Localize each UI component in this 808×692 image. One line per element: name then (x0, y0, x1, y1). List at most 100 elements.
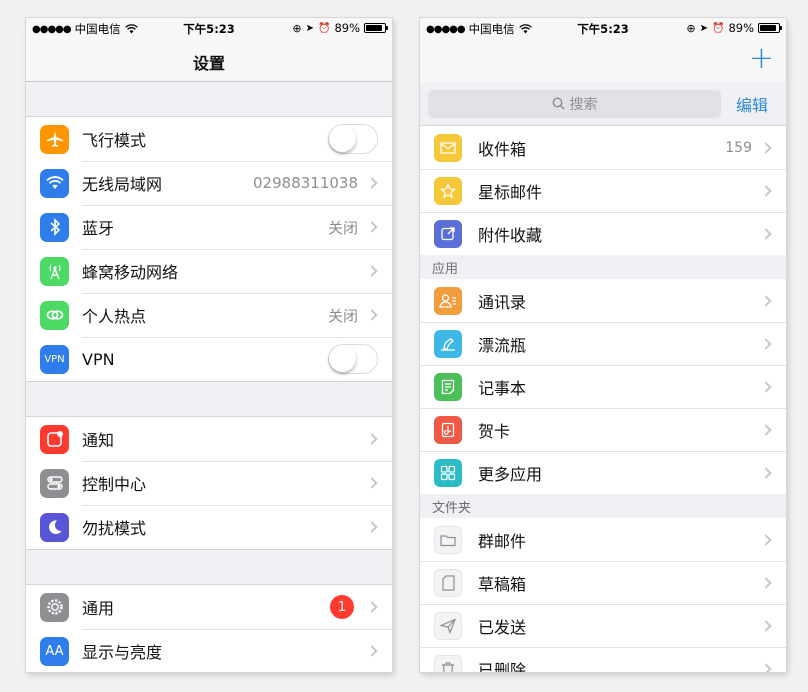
battery-icon (364, 23, 388, 33)
compose-plus-button[interactable]: + (749, 42, 774, 76)
mail-list-row[interactable]: 漂流瓶 (420, 322, 786, 365)
settings-row-label: 飞行模式 (82, 131, 147, 150)
settings-row-label: 无线局域网 (82, 175, 163, 194)
gear-icon (40, 592, 69, 622)
settings-row-label: 通用 (82, 599, 115, 618)
status-bar: ●●●●● 中国电信 下午5:23 ⊕ ➤ ⏰ 89% (26, 18, 392, 38)
mail-row-label: 通讯录 (478, 292, 527, 312)
chevron-right-icon (760, 423, 772, 436)
settings-row[interactable]: 个人热点 关闭 (26, 293, 392, 337)
settings-group: 通用 1 AA 显示与亮度 (26, 584, 392, 672)
bluetooth-icon (40, 212, 69, 242)
settings-row-detail: 关闭 (327, 306, 358, 325)
mail-row-label: 记事本 (478, 378, 527, 398)
settings-row[interactable]: 蜂窝移动网络 (26, 249, 392, 293)
settings-row[interactable]: AA 显示与亮度 (26, 629, 392, 672)
mail-list-row[interactable]: 收件箱 159 (420, 126, 786, 169)
battery-fill (760, 25, 777, 31)
card-icon (434, 415, 462, 444)
mail-screen: ●●●●● 中国电信 下午5:23 ⊕ ➤ ⏰ 89% + 搜索 编辑 收件箱 1… (420, 18, 786, 672)
orientation-lock-icon: ⊕ (292, 21, 302, 35)
location-icon: ➤ (699, 22, 708, 34)
moon-icon (40, 512, 69, 542)
alarm-icon: ⏰ (711, 22, 725, 34)
chevron-right-icon (760, 184, 772, 197)
chevron-right-icon (760, 337, 772, 350)
folder-icon (434, 525, 462, 554)
mail-list-row[interactable]: 草稿箱 (420, 561, 786, 604)
folders-section-header: 文件夹 (420, 494, 786, 518)
chevron-right-icon (760, 227, 772, 240)
mail-list-row[interactable]: 通讯录 (420, 279, 786, 322)
settings-row[interactable]: 勿扰模式 (26, 505, 392, 549)
mail-list-row[interactable]: 记事本 (420, 365, 786, 408)
display-icon: AA (40, 636, 69, 666)
star-icon (434, 176, 462, 205)
toggle-switch[interactable] (328, 344, 378, 374)
contacts-icon (434, 286, 462, 315)
chevron-right-icon (760, 466, 772, 479)
page-title: 设置 (192, 54, 225, 73)
chevron-right-icon (366, 309, 378, 321)
battery-percent: 89% (334, 21, 360, 35)
apps-section-header: 应用 (420, 255, 786, 279)
settings-row-label: 控制中心 (82, 475, 147, 494)
mail-list-row[interactable]: 更多应用 (420, 451, 786, 494)
settings-row[interactable]: 蓝牙 关闭 (26, 205, 392, 249)
airplane-icon (40, 124, 69, 154)
orientation-lock-icon: ⊕ (686, 21, 696, 35)
battery-icon (758, 23, 782, 33)
apps-list: 通讯录漂流瓶记事本贺卡 更多应用 (420, 279, 786, 494)
mail-row-label: 已删除 (478, 660, 527, 673)
settings-row[interactable]: VPN VPN (26, 337, 392, 381)
chevron-right-icon (366, 645, 378, 657)
alarm-icon: ⏰ (317, 22, 331, 34)
settings-row[interactable]: 无线局域网 02988311038 (26, 161, 392, 205)
chevron-right-icon (366, 477, 378, 489)
chevron-right-icon (760, 380, 772, 393)
mail-list-row[interactable]: 贺卡 (420, 408, 786, 451)
hotspot-icon (40, 300, 69, 330)
mail-list-row[interactable]: 已删除 (420, 647, 786, 672)
chevron-right-icon (366, 521, 378, 533)
draft-icon (434, 568, 462, 597)
toggle-knob (329, 345, 356, 372)
mailbox-list: 收件箱 159 星标邮件附件收藏 (420, 126, 786, 255)
chevron-right-icon (760, 294, 772, 307)
mail-row-label: 附件收藏 (478, 225, 543, 245)
settings-list: 飞行模式 无线局域网 02988311038 蓝牙 关闭 蜂窝移动网络 个人热点 关闭 VPN V… (26, 82, 392, 672)
battery-percent: 89% (728, 21, 754, 35)
nav-bar: + (420, 38, 786, 82)
attachment-icon (434, 219, 462, 248)
chevron-right-icon (366, 265, 378, 277)
edit-button[interactable]: 编辑 (736, 92, 768, 116)
chevron-right-icon (760, 619, 772, 632)
chevron-right-icon (366, 601, 378, 613)
mail-list-row[interactable]: 星标邮件 (420, 169, 786, 212)
settings-row[interactable]: 控制中心 (26, 461, 392, 505)
icon-text: AA (45, 643, 64, 659)
mail-list-row[interactable]: 群邮件 (420, 518, 786, 561)
search-bar: 搜索 编辑 (420, 82, 786, 126)
settings-row[interactable]: 通用 1 (26, 585, 392, 629)
folders-list: 群邮件 草稿箱 已发送已删除 (420, 518, 786, 672)
chevron-right-icon (760, 533, 772, 546)
settings-row[interactable]: 通知 (26, 417, 392, 461)
chevron-right-icon (366, 177, 378, 189)
settings-row[interactable]: 飞行模式 (26, 117, 392, 161)
settings-group: 飞行模式 无线局域网 02988311038 蓝牙 关闭 蜂窝移动网络 个人热点 关闭 VPN V… (26, 116, 392, 382)
chevron-right-icon (760, 576, 772, 589)
settings-row-detail: 关闭 (327, 218, 358, 237)
settings-row-label: 蜂窝移动网络 (82, 263, 179, 282)
toggle-switch[interactable] (328, 124, 378, 154)
search-input[interactable]: 搜索 (428, 89, 721, 118)
mail-list-row[interactable]: 已发送 (420, 604, 786, 647)
settings-row-label: 通知 (82, 431, 115, 450)
mail-list-row[interactable]: 附件收藏 (420, 212, 786, 255)
settings-row-label: VPN (82, 349, 115, 369)
mail-row-label: 收件箱 (478, 139, 527, 159)
search-icon (552, 97, 565, 110)
mail-row-label: 星标邮件 (478, 182, 543, 202)
